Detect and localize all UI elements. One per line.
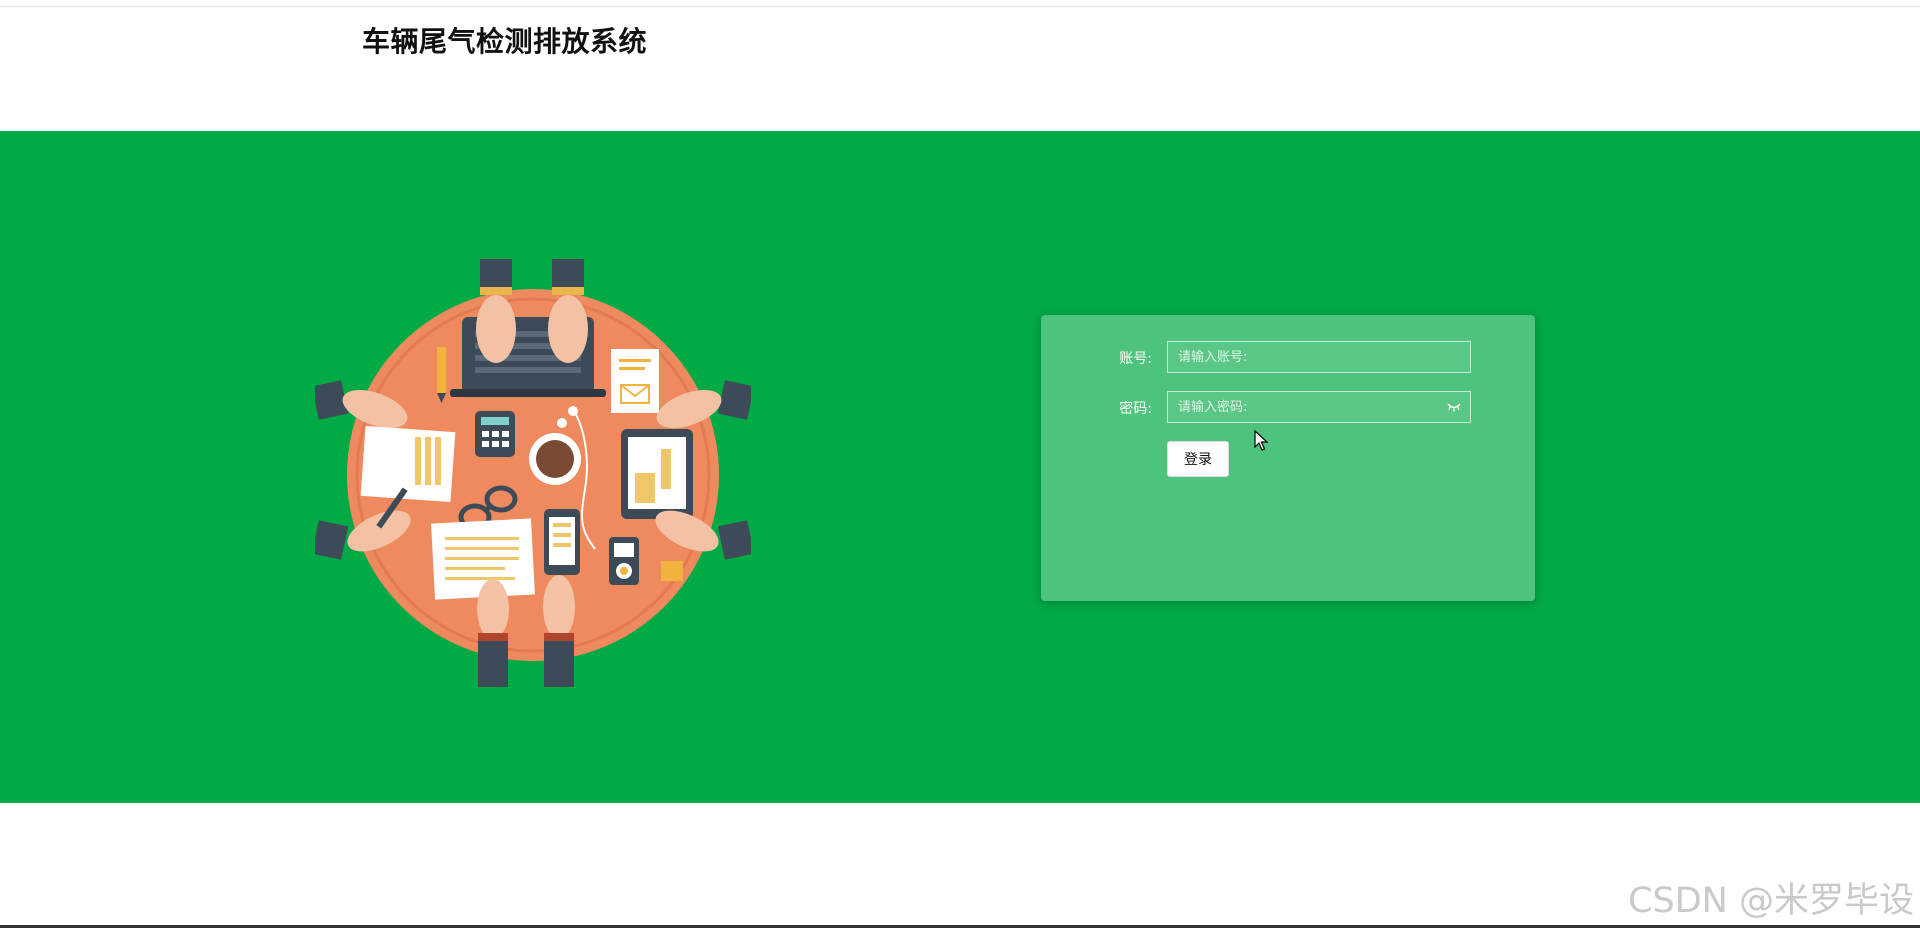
account-label: 账号: <box>1119 351 1152 367</box>
top-divider <box>0 6 1920 7</box>
mouse-cursor-icon <box>1254 430 1268 451</box>
password-input[interactable] <box>1167 391 1471 423</box>
pencil <box>437 347 446 393</box>
team-meeting-illustration <box>315 259 751 687</box>
login-button[interactable]: 登录 <box>1167 441 1229 477</box>
account-row: 账号: <box>1041 341 1535 373</box>
notes-document <box>360 425 456 503</box>
site-title: 车辆尾气检测排放系统 <box>362 25 648 58</box>
password-label: 密码: <box>1119 401 1152 417</box>
sticky-note <box>661 561 683 581</box>
eye-closed-icon[interactable] <box>1446 401 1462 413</box>
watermark: CSDN @米罗毕设 <box>1628 881 1914 921</box>
password-row: 密码: <box>1041 391 1535 423</box>
hero-banner <box>0 131 1920 803</box>
account-input[interactable] <box>1167 341 1471 373</box>
login-panel: 账号: 密码: 登录 <box>1041 315 1535 601</box>
